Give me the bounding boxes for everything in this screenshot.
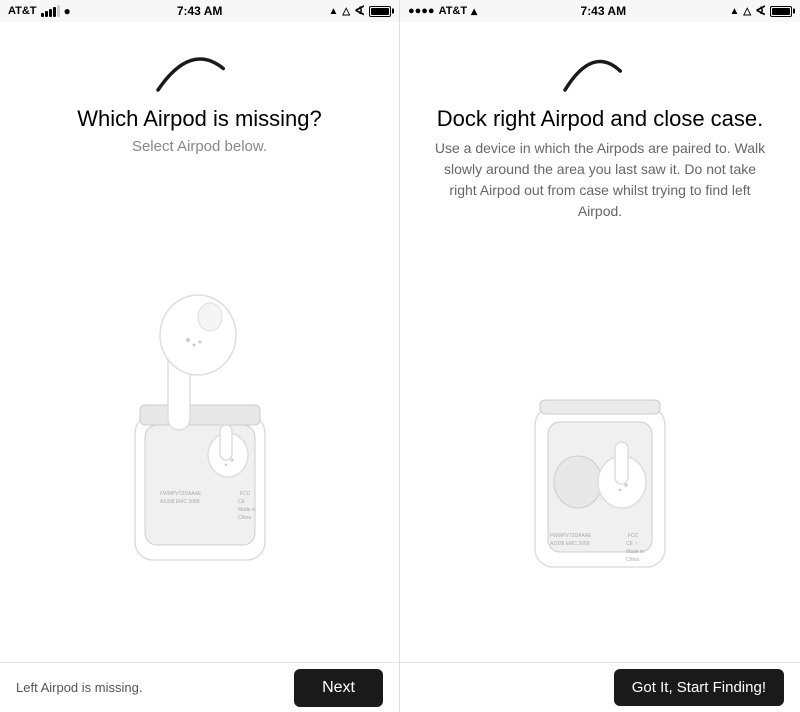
left-bottom-bar: Left Airpod is missing. Next — [0, 662, 399, 712]
arc-animation-left — [150, 38, 250, 98]
svg-text:FWMPVT2DAAAE: FWMPVT2DAAAE — [160, 491, 202, 497]
status-right-left: ▲ △ ∢ — [328, 3, 391, 19]
svg-text:CE ✓: CE ✓ — [626, 541, 639, 547]
start-finding-button[interactable]: Got It, Start Finding! — [614, 669, 784, 706]
svg-text:A1938 EMC 3068: A1938 EMC 3068 — [550, 541, 590, 547]
svg-text:FCC: FCC — [628, 533, 639, 539]
time-left: 7:43 AM — [177, 4, 223, 18]
right-content: Dock right Airpod and close case. Use a … — [400, 22, 800, 662]
left-screen: AT&T ● 7:43 AM ▲ △ ∢ W — [0, 0, 400, 712]
svg-text:Made in: Made in — [238, 507, 256, 513]
carrier-text: AT&T — [8, 5, 37, 17]
svg-text:China: China — [626, 557, 639, 563]
carrier-text-right: ●●●● — [408, 5, 435, 17]
svg-text:A1938 EMC 3068: A1938 EMC 3068 — [160, 499, 200, 505]
carrier-name-right: AT&T — [439, 5, 468, 17]
status-left-right: ●●●● AT&T ▴ — [408, 4, 477, 18]
svg-text:CE: CE — [238, 499, 246, 505]
time-right: 7:43 AM — [581, 4, 627, 18]
left-content: Which Airpod is missing? Select Airpod b… — [0, 22, 399, 662]
status-right-right: ▲ △ ∢ — [729, 3, 792, 19]
svg-text:FWMPVT2DAAAE: FWMPVT2DAAAE — [550, 533, 592, 539]
battery-right — [770, 6, 792, 17]
battery-left — [369, 6, 391, 17]
arc-animation-right — [550, 38, 650, 98]
airpods-illustration-right: FWMPVT2DAAAE A1938 EMC 3068 FCC CE ✓ Mad… — [420, 232, 780, 662]
svg-text:FCC: FCC — [240, 491, 251, 497]
right-title: Dock right Airpod and close case. — [437, 106, 764, 132]
right-bottom-bar: Got It, Start Finding! — [400, 662, 800, 712]
airpods-illustration-left: FWMPVT2DAAAE A1938 EMC 3068 FCC CE Made … — [20, 167, 379, 662]
svg-text:China: China — [238, 515, 251, 521]
status-bar-right: ●●●● AT&T ▴ 7:43 AM ▲ △ ∢ — [400, 0, 800, 22]
left-subtitle: Select Airpod below. — [132, 138, 267, 155]
signal-bars — [41, 5, 60, 17]
next-button[interactable]: Next — [294, 669, 383, 707]
left-title: Which Airpod is missing? — [77, 106, 322, 132]
left-missing-status: Left Airpod is missing. — [16, 680, 142, 695]
right-description: Use a device in which the Airpods are pa… — [420, 138, 780, 222]
svg-text:Made in: Made in — [626, 549, 644, 555]
status-left: AT&T ● — [8, 4, 71, 18]
status-bar-left: AT&T ● 7:43 AM ▲ △ ∢ — [0, 0, 399, 22]
right-screen: ●●●● AT&T ▴ 7:43 AM ▲ △ ∢ Dock right Air… — [400, 0, 800, 712]
